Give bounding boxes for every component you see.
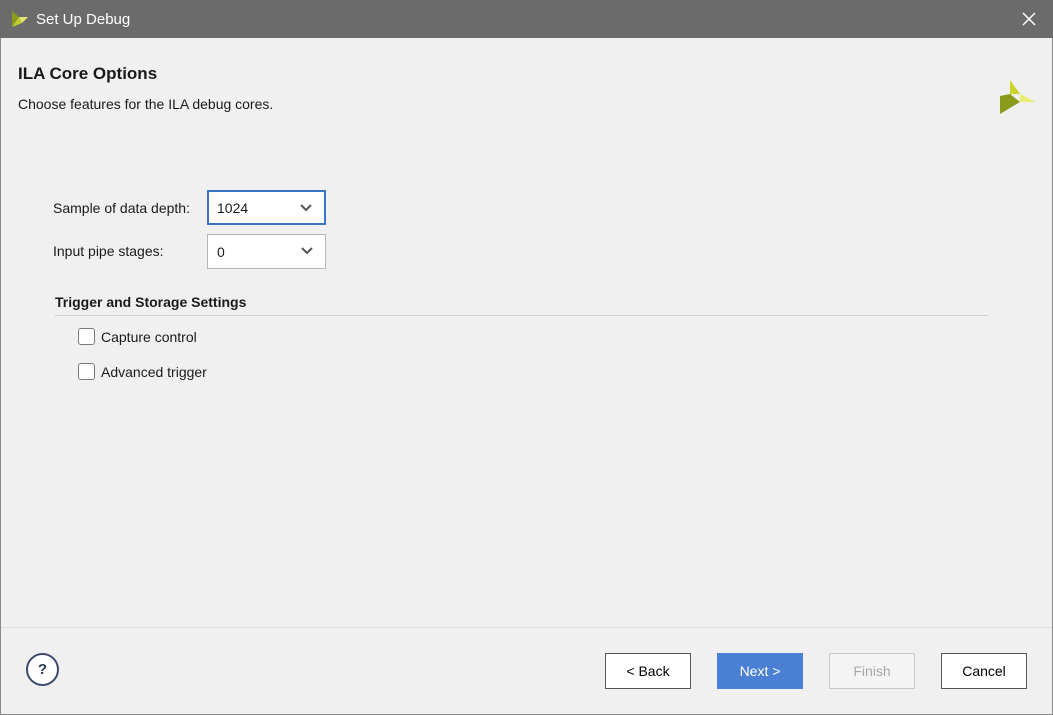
finish-button[interactable]: Finish [829, 653, 915, 689]
pipe-value: 0 [217, 243, 225, 260]
chevron-down-icon [301, 247, 313, 255]
depth-label: Sample of data depth: [53, 200, 190, 216]
pipe-label: Input pipe stages: [53, 243, 164, 259]
checkbox-label: Capture control [101, 328, 197, 345]
title-bar: Set Up Debug [0, 0, 1053, 38]
window-title: Set Up Debug [36, 10, 131, 28]
footer-divider [1, 627, 1052, 628]
checkbox-label: Advanced trigger [101, 363, 207, 380]
depth-value: 1024 [217, 199, 249, 216]
depth-select[interactable]: 1024 [207, 190, 326, 225]
capture-control-checkbox[interactable] [78, 328, 95, 345]
page-subtitle: Choose features for the ILA debug cores. [18, 96, 274, 112]
section-divider [55, 315, 988, 316]
help-button[interactable]: ? [26, 653, 59, 686]
cancel-button[interactable]: Cancel [941, 653, 1027, 689]
section-title: Trigger and Storage Settings [55, 294, 247, 310]
page-title: ILA Core Options [18, 64, 158, 83]
pipe-stages-select[interactable]: 0 [207, 234, 326, 269]
capture-control-option[interactable]: Capture control [78, 328, 197, 345]
vivado-logo-icon [12, 11, 28, 27]
next-button[interactable]: Next > [717, 653, 803, 689]
close-icon[interactable] [1019, 9, 1039, 29]
back-button[interactable]: < Back [605, 653, 691, 689]
chevron-down-icon [300, 204, 312, 212]
advanced-trigger-option[interactable]: Advanced trigger [78, 363, 207, 380]
advanced-trigger-checkbox[interactable] [78, 363, 95, 380]
vivado-logo-icon [1000, 80, 1036, 114]
